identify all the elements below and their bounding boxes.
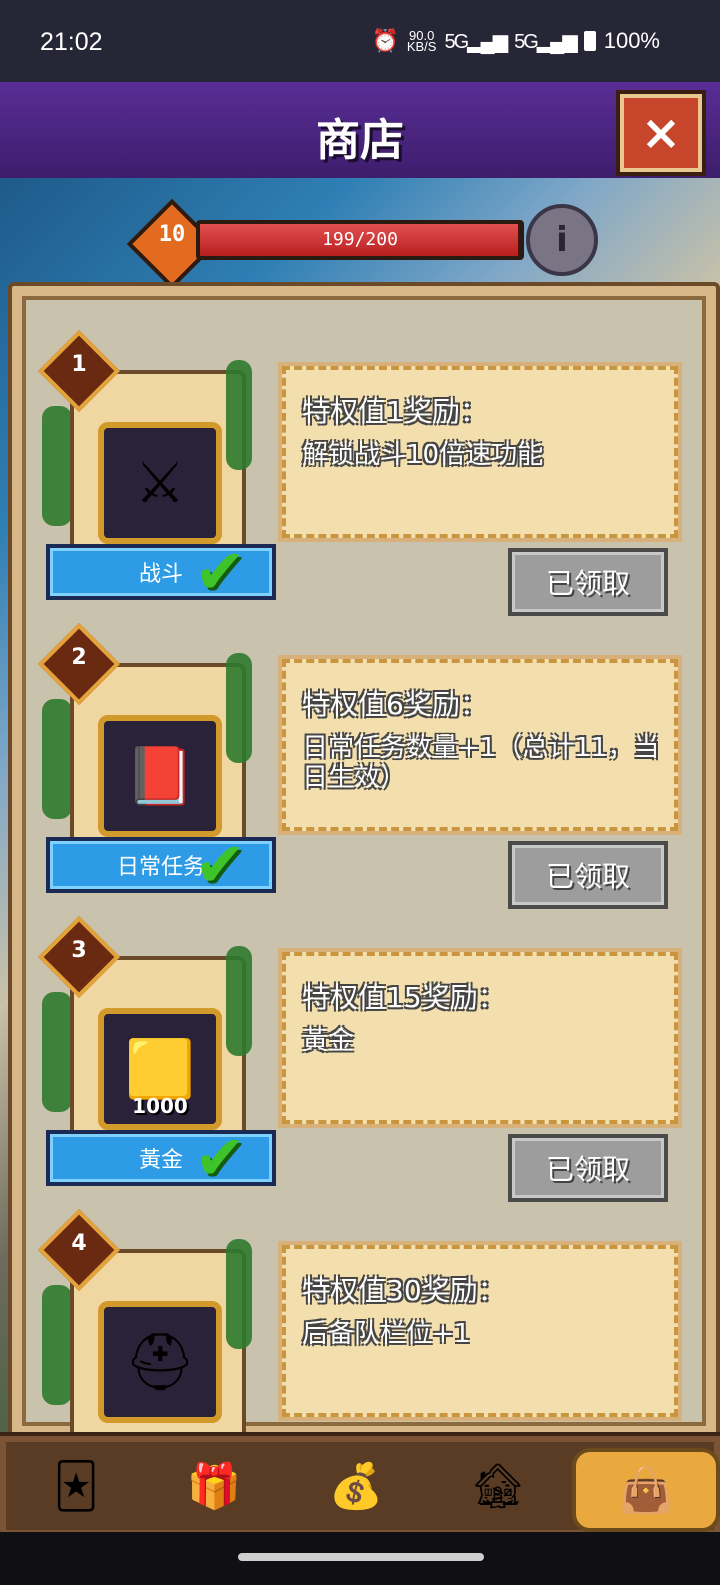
- status-bar: 21:02 ⏰ 90.0 KB/S 5G▂▄▆ 5G▂▄▆ 100%: [0, 0, 720, 82]
- reward-item-icon: ⚔: [134, 450, 186, 516]
- reward-title: 特权值6奖励：: [302, 688, 488, 721]
- check-icon: ✔: [194, 1121, 246, 1194]
- reward-item-icon: 🟨: [125, 1037, 195, 1102]
- nav-vip-shop[interactable]: 👜: [572, 1448, 720, 1532]
- vine-decoration: [226, 360, 252, 470]
- signal-2-icon: 5G▂▄▆: [514, 30, 578, 53]
- signal-1-icon: 5G▂▄▆: [444, 30, 508, 53]
- nav-treasure[interactable]: 💰: [316, 1446, 396, 1526]
- info-button[interactable]: ⅰ: [526, 204, 598, 276]
- bottom-nav: 🃏 🎁 💰 🏚 👜: [0, 1432, 720, 1536]
- progress-text: 199/200: [322, 229, 398, 250]
- gift-box-icon: 🎁: [186, 1461, 242, 1512]
- reward-index: 3: [71, 938, 87, 963]
- privilege-progress-bar: 199/200: [196, 220, 524, 260]
- info-icon: ⅰ: [556, 220, 568, 260]
- page-title: 商店: [316, 115, 404, 166]
- reward-description-box: 特权值15奖励： 黃金: [282, 952, 678, 1124]
- nav-gifts[interactable]: 🎁: [174, 1446, 254, 1526]
- nav-card-deck[interactable]: 🃏: [36, 1446, 116, 1526]
- reward-amount: 1000: [132, 1094, 188, 1118]
- reward-index: 2: [71, 645, 87, 670]
- reward-title: 特权值1奖励：: [302, 395, 488, 428]
- net-speed: 90.0 KB/S: [406, 28, 437, 54]
- reward-icon: 📕: [98, 715, 222, 837]
- reward-title: 特权值30奖励：: [302, 1274, 506, 1307]
- reward-body: 解锁战斗10倍速功能: [302, 440, 544, 470]
- reward-row: 📕 2 日常任务 ✔ 特权值6奖励： 日常任务数量+1（总计11，当日生效） 已领取: [12, 599, 716, 909]
- alarm-icon: ⏰: [371, 28, 399, 53]
- vine-decoration: [226, 946, 252, 1056]
- reward-description-box: 特权值30奖励： 后备队栏位+1: [282, 1245, 678, 1417]
- reward-description-box: 特权值1奖励： 解锁战斗10倍速功能: [282, 366, 678, 538]
- check-icon: ✔: [194, 828, 246, 901]
- close-icon: ×: [640, 105, 682, 161]
- reward-body: 日常任务数量+1（总计11，当日生效）: [302, 733, 660, 793]
- close-button[interactable]: ×: [616, 90, 706, 176]
- vine-decoration: [226, 653, 252, 763]
- check-icon: ✔: [194, 535, 246, 608]
- reward-index: 1: [71, 352, 87, 377]
- card-deck-icon: 🃏: [53, 1460, 99, 1512]
- reward-body: 黃金: [302, 1026, 355, 1056]
- level-number: 10: [158, 222, 186, 247]
- battery-level: 100%: [603, 28, 660, 53]
- reward-title: 特权值15奖励：: [302, 981, 506, 1014]
- barracks-icon: 🏚: [470, 1461, 526, 1512]
- reward-icon: ⚔: [98, 422, 222, 544]
- nav-barracks[interactable]: 🏚: [458, 1446, 538, 1526]
- vine-decoration: [42, 406, 72, 526]
- reward-item-icon: ⛑: [124, 1330, 196, 1395]
- reward-item-icon: 📕: [125, 744, 195, 809]
- vine-decoration: [42, 1285, 72, 1405]
- reward-index: 4: [71, 1231, 87, 1256]
- vip-bag-icon: 👜: [618, 1465, 674, 1516]
- vine-decoration: [226, 1239, 252, 1349]
- reward-icon: ⛑: [98, 1301, 222, 1423]
- reward-description-box: 特权值6奖励： 日常任务数量+1（总计11，当日生效）: [282, 659, 678, 831]
- vine-decoration: [42, 699, 72, 819]
- home-indicator[interactable]: [238, 1553, 484, 1561]
- shop-header: 商店 ×: [0, 82, 720, 182]
- rewards-panel: ⚔ 1 战斗 ✔ 特权值1奖励： 解锁战斗10倍速功能 已领取 📕 2 日常任务 ✔ 特权值6…: [8, 282, 720, 1440]
- battery-icon: [583, 31, 596, 51]
- status-indicators: ⏰ 90.0 KB/S 5G▂▄▆ 5G▂▄▆ 100%: [371, 28, 660, 54]
- reward-row: ⚔ 1 战斗 ✔ 特权值1奖励： 解锁战斗10倍速功能 已领取: [12, 306, 716, 616]
- treasure-chest-icon: 💰: [328, 1461, 384, 1512]
- status-time: 21:02: [40, 28, 103, 56]
- vine-decoration: [42, 992, 72, 1112]
- reward-row: 🟨 1000 3 黃金 ✔ 特权值15奖励： 黃金 已领取: [12, 892, 716, 1202]
- reward-row: ⛑ 4 特权值30奖励： 后备队栏位+1: [12, 1185, 716, 1436]
- reward-body: 后备队栏位+1: [302, 1319, 471, 1349]
